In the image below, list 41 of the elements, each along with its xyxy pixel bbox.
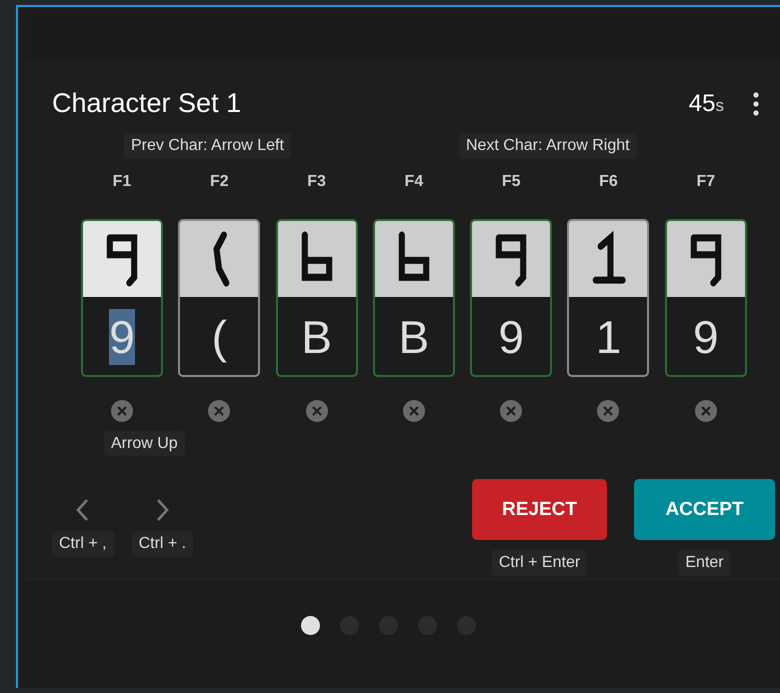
- shortcut-hint: Ctrl + ,: [52, 531, 114, 557]
- shortcut-hint: Next Char: Arrow Right: [458, 133, 637, 159]
- character-tile[interactable]: B: [372, 219, 455, 377]
- close-icon[interactable]: [304, 399, 329, 423]
- key-label: F1: [112, 173, 132, 192]
- more-icon[interactable]: [752, 90, 760, 116]
- close-icon[interactable]: [402, 399, 426, 423]
- close-icon[interactable]: [694, 399, 718, 423]
- close-icon[interactable]: [110, 399, 134, 423]
- character-value: 9: [109, 308, 135, 364]
- character-tile[interactable]: B: [276, 219, 358, 377]
- close-icon[interactable]: [499, 399, 524, 423]
- character-value: 9: [498, 310, 524, 364]
- key-label: F7: [696, 173, 716, 192]
- page-dot[interactable]: [300, 616, 320, 635]
- close-icon[interactable]: [207, 399, 232, 423]
- character-tile[interactable]: 9: [470, 219, 552, 377]
- character-tile[interactable]: (: [178, 219, 260, 377]
- character-tile[interactable]: 1: [567, 219, 650, 377]
- shortcut-hint: Ctrl + .: [132, 531, 194, 557]
- card-title: Character Set 1: [52, 88, 242, 119]
- character-value: 9: [692, 310, 719, 364]
- accept-button[interactable]: ACCEPT: [634, 479, 775, 540]
- character-tile[interactable]: 9: [664, 219, 747, 377]
- character-value: 1: [596, 310, 622, 364]
- key-label: F4: [404, 173, 424, 192]
- key-label: F5: [502, 173, 521, 192]
- character-value: (: [212, 310, 227, 364]
- key-label: F3: [307, 173, 326, 192]
- key-label: F6: [599, 173, 618, 192]
- key-label: F2: [210, 173, 229, 192]
- shortcut-hint: Prev Char: Arrow Left: [124, 133, 291, 159]
- shortcut-hint: Ctrl + Enter: [492, 550, 588, 576]
- shortcut-hint: Arrow Up: [104, 431, 185, 456]
- character-value: B: [398, 310, 430, 364]
- timer: 45s: [688, 90, 724, 118]
- reject-button[interactable]: REJECT: [472, 479, 607, 540]
- close-icon[interactable]: [596, 399, 620, 423]
- character-tile[interactable]: 9: [81, 219, 163, 377]
- character-value: B: [301, 310, 332, 364]
- shortcut-hint: Enter: [678, 550, 731, 576]
